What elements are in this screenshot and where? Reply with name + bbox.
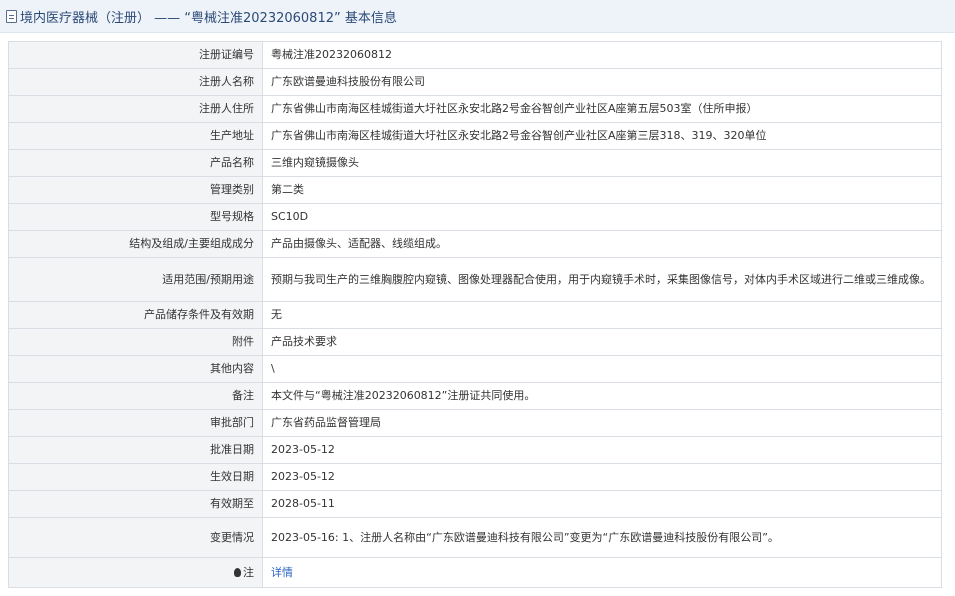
row-value: 2028-05-11 [262, 490, 942, 518]
table-row: 注册人住所 广东省佛山市南海区桂城街道大圩社区永安北路2号金谷智创产业社区A座第… [8, 95, 942, 123]
table-row: 有效期至 2028-05-11 [8, 490, 942, 518]
note-row: 注 详情 [8, 557, 942, 588]
row-value: SC10D [262, 203, 942, 231]
row-value: 粤械注准20232060812 [262, 41, 942, 69]
page-title: 境内医疗器械（注册） —— “粤械注准20232060812” 基本信息 [20, 10, 397, 26]
row-label: 产品储存条件及有效期 [8, 301, 263, 329]
row-label: 结构及组成/主要组成成分 [8, 230, 263, 258]
table-row: 批准日期 2023-05-12 [8, 436, 942, 464]
row-label: 变更情况 [8, 517, 263, 558]
row-value: 广东省药品监督管理局 [262, 409, 942, 437]
document-icon [6, 9, 17, 23]
table-row: 管理类别 第二类 [8, 176, 942, 204]
row-label: 产品名称 [8, 149, 263, 177]
row-value: 2023-05-12 [262, 436, 942, 464]
lightbulb-icon [234, 567, 241, 577]
row-value: 本文件与“粤械注准20232060812”注册证共同使用。 [262, 382, 942, 410]
table-row: 适用范围/预期用途 预期与我司生产的三维胸腹腔内窥镜、图像处理器配合使用，用于内… [8, 257, 942, 302]
row-value: 2023-05-16: 1、注册人名称由“广东欧谱曼迪科技有限公司”变更为“广东… [262, 517, 942, 558]
row-label: 管理类别 [8, 176, 263, 204]
row-value: \ [262, 355, 942, 383]
table-row: 附件 产品技术要求 [8, 328, 942, 356]
row-label: 其他内容 [8, 355, 263, 383]
table-row: 生产地址 广东省佛山市南海区桂城街道大圩社区永安北路2号金谷智创产业社区A座第三… [8, 122, 942, 150]
row-label: 适用范围/预期用途 [8, 257, 263, 302]
row-label: 生产地址 [8, 122, 263, 150]
table-row: 注册证编号 粤械注准20232060812 [8, 41, 942, 69]
table-row: 变更情况 2023-05-16: 1、注册人名称由“广东欧谱曼迪科技有限公司”变… [8, 517, 942, 558]
row-label: 型号规格 [8, 203, 263, 231]
row-label: 注册人住所 [8, 95, 263, 123]
table-row: 结构及组成/主要组成成分 产品由摄像头、适配器、线缆组成。 [8, 230, 942, 258]
row-label: 生效日期 [8, 463, 263, 491]
row-value: 预期与我司生产的三维胸腹腔内窥镜、图像处理器配合使用，用于内窥镜手术时，采集图像… [262, 257, 942, 302]
note-label: 注 [243, 565, 254, 579]
page-header: 境内医疗器械（注册） —— “粤械注准20232060812” 基本信息 [0, 0, 955, 33]
row-value: 产品技术要求 [262, 328, 942, 356]
row-label: 批准日期 [8, 436, 263, 464]
table-row: 产品储存条件及有效期 无 [8, 301, 942, 329]
row-value: 2023-05-12 [262, 463, 942, 491]
table-row: 其他内容 \ [8, 355, 942, 383]
table-row: 审批部门 广东省药品监督管理局 [8, 409, 942, 437]
info-table: 注册证编号 粤械注准20232060812 注册人名称 广东欧谱曼迪科技股份有限… [8, 41, 942, 588]
row-label: 注册证编号 [8, 41, 263, 69]
note-value-cell: 详情 [262, 557, 942, 588]
table-row: 型号规格 SC10D [8, 203, 942, 231]
row-value: 广东省佛山市南海区桂城街道大圩社区永安北路2号金谷智创产业社区A座第五层503室… [262, 95, 942, 123]
row-value: 无 [262, 301, 942, 329]
row-value: 产品由摄像头、适配器、线缆组成。 [262, 230, 942, 258]
row-value: 广东省佛山市南海区桂城街道大圩社区永安北路2号金谷智创产业社区A座第三层318、… [262, 122, 942, 150]
row-value: 三维内窥镜摄像头 [262, 149, 942, 177]
table-row: 生效日期 2023-05-12 [8, 463, 942, 491]
row-value: 第二类 [262, 176, 942, 204]
row-value: 广东欧谱曼迪科技股份有限公司 [262, 68, 942, 96]
table-row: 产品名称 三维内窥镜摄像头 [8, 149, 942, 177]
note-label-cell: 注 [8, 557, 263, 588]
row-label: 有效期至 [8, 490, 263, 518]
row-label: 审批部门 [8, 409, 263, 437]
table-row: 注册人名称 广东欧谱曼迪科技股份有限公司 [8, 68, 942, 96]
row-label: 附件 [8, 328, 263, 356]
row-label: 备注 [8, 382, 263, 410]
table-row: 备注 本文件与“粤械注准20232060812”注册证共同使用。 [8, 382, 942, 410]
row-label: 注册人名称 [8, 68, 263, 96]
details-link[interactable]: 详情 [271, 566, 293, 579]
